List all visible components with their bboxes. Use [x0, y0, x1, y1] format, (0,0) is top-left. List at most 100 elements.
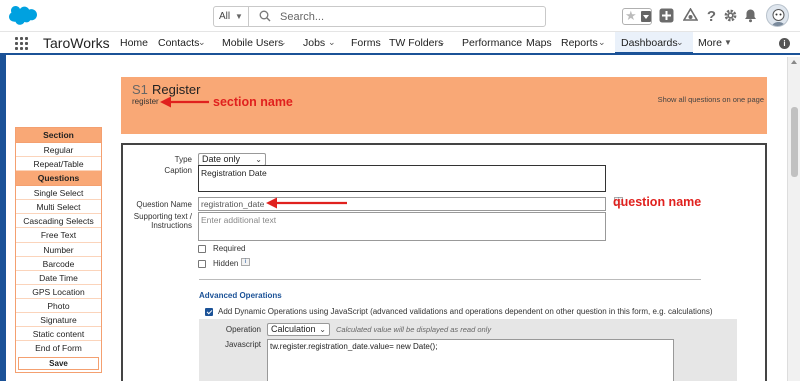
- chevron-down-icon[interactable]: ⌄: [438, 37, 446, 48]
- supporting-text-placeholder: Enter additional text: [201, 215, 277, 225]
- palette-item-signature[interactable]: Signature: [16, 313, 101, 328]
- section-number: S1: [132, 82, 148, 97]
- palette-item-free-text[interactable]: Free Text: [16, 228, 101, 243]
- notifications-icon[interactable]: [743, 8, 758, 23]
- favorite-star-icon[interactable]: ★: [625, 8, 637, 24]
- chevron-down-icon[interactable]: ⌄: [676, 37, 684, 48]
- caret-down-icon[interactable]: ▼: [724, 38, 732, 47]
- question-name-field[interactable]: registration_date: [198, 197, 606, 211]
- javascript-label: Javascript: [224, 340, 261, 349]
- supporting-text-label: Supporting text /: [133, 212, 192, 221]
- tab-dashboards[interactable]: Dashboards: [621, 37, 678, 49]
- tab-more[interactable]: More: [698, 37, 722, 49]
- palette-item-regular[interactable]: Regular: [16, 143, 101, 158]
- chevron-down-icon[interactable]: ⌄: [198, 37, 206, 48]
- search-input[interactable]: Search...: [280, 11, 324, 23]
- search-icon: [259, 10, 271, 22]
- palette-item-multi-select[interactable]: Multi Select: [16, 200, 101, 215]
- question-name-value: registration_date: [201, 199, 265, 209]
- content-frame-border: [0, 55, 6, 381]
- palette-item-gps-location[interactable]: GPS Location: [16, 285, 101, 299]
- scroll-up-arrow-icon[interactable]: [791, 60, 797, 64]
- help-icon[interactable]: ?: [704, 8, 719, 23]
- caption-value: Registration Date: [201, 168, 267, 178]
- annotation-section-name: section name: [213, 95, 293, 109]
- annotation-arrow-icon: [160, 96, 209, 108]
- chevron-down-icon[interactable]: ⌄: [328, 37, 336, 48]
- info-icon[interactable]: i: [241, 258, 250, 266]
- info-icon[interactable]: i: [779, 38, 790, 49]
- palette-item-static-content[interactable]: Static content: [16, 327, 101, 342]
- trailhead-icon[interactable]: [683, 8, 698, 23]
- operation-hint: Calculated value will be displayed as re…: [336, 325, 492, 334]
- favorites-button[interactable]: ★: [622, 8, 652, 25]
- advanced-operations-title: Advanced Operations: [199, 291, 282, 300]
- tab-forms[interactable]: Forms: [351, 37, 381, 49]
- palette-item-end-of-form[interactable]: End of Form: [16, 341, 101, 355]
- required-checkbox[interactable]: [198, 245, 206, 253]
- javascript-editor[interactable]: tw.register.registration_date.value= new…: [267, 339, 674, 381]
- app-name: TaroWorks: [43, 35, 110, 51]
- chevron-down-icon: ⌄: [319, 325, 326, 334]
- palette-item-number[interactable]: Number: [16, 243, 101, 257]
- tab-jobs[interactable]: Jobs: [303, 37, 325, 49]
- javascript-value: tw.register.registration_date.value= new…: [270, 342, 438, 351]
- question-editor: Type Date only ⌄ Caption Registration Da…: [121, 143, 767, 381]
- palette-item-single-select[interactable]: Single Select: [16, 186, 101, 201]
- search-scope-dropdown[interactable]: All ▼: [214, 7, 249, 26]
- svg-text:?: ?: [707, 8, 716, 23]
- dynamic-operations-label: Add Dynamic Operations using JavaScript …: [218, 307, 713, 316]
- palette-item-repeat-table[interactable]: Repeat/Table: [16, 157, 101, 172]
- hidden-label: Hidden: [213, 259, 239, 268]
- vertical-scrollbar[interactable]: [787, 57, 800, 381]
- tab-home[interactable]: Home: [120, 37, 148, 49]
- question-name-label: Question Name: [136, 200, 192, 209]
- tab-reports[interactable]: Reports: [561, 37, 598, 49]
- operation-select[interactable]: Calculation ⌄: [267, 323, 330, 336]
- caption-field[interactable]: Registration Date: [198, 165, 606, 192]
- section-name: register: [132, 97, 159, 106]
- tab-tw-folders[interactable]: TW Folders: [389, 37, 443, 49]
- annotation-arrow-icon: [266, 197, 347, 209]
- type-select-value: Date only: [202, 154, 241, 164]
- user-avatar-icon: [771, 9, 786, 26]
- palette-questions-header: Questions: [16, 171, 101, 187]
- supporting-text-field[interactable]: Enter additional text: [198, 212, 606, 241]
- scrollbar-thumb[interactable]: [791, 107, 798, 177]
- divider: [199, 279, 701, 280]
- search-scope-label: All: [219, 11, 231, 22]
- tab-contacts[interactable]: Contacts: [158, 37, 199, 49]
- tab-mobile-users[interactable]: Mobile Users: [222, 37, 283, 49]
- avatar[interactable]: [766, 4, 789, 27]
- dynamic-operations-checkbox[interactable]: [205, 308, 213, 316]
- chevron-down-icon[interactable]: ⌄: [279, 37, 287, 48]
- operations-panel: Operation Calculation ⌄ Calculated value…: [199, 319, 737, 381]
- favorites-list-button[interactable]: [641, 11, 651, 22]
- global-search[interactable]: All ▼ Search...: [213, 6, 546, 27]
- palette-item-barcode[interactable]: Barcode: [16, 257, 101, 271]
- annotation-question-name: question name: [613, 195, 702, 209]
- instructions-label: Instructions: [151, 221, 192, 230]
- palette-section-header: Section: [16, 128, 101, 143]
- chevron-down-icon: ▼: [235, 12, 243, 21]
- add-icon[interactable]: [659, 8, 674, 23]
- tab-maps[interactable]: Maps: [526, 37, 552, 49]
- chevron-down-icon[interactable]: ⌄: [598, 37, 606, 48]
- app-launcher-icon[interactable]: [15, 37, 28, 50]
- element-palette: Section Regular Repeat/Table Questions S…: [15, 127, 102, 374]
- palette-item-cascading-selects[interactable]: Cascading Selects: [16, 214, 101, 229]
- salesforce-logo[interactable]: [9, 6, 37, 26]
- global-header: All ▼ Search... ★ ?: [0, 0, 800, 32]
- operation-label: Operation: [225, 325, 261, 334]
- type-label: Type: [174, 155, 192, 164]
- show-all-questions-link[interactable]: Show all questions on one page: [658, 95, 764, 104]
- settings-icon[interactable]: [723, 8, 738, 23]
- tab-performance[interactable]: Performance: [462, 37, 522, 49]
- app-navigation-bar: TaroWorks Home Contacts ⌄ Mobile Users ⌄…: [0, 32, 800, 55]
- palette-item-date-time[interactable]: Date Time: [16, 271, 101, 285]
- hidden-checkbox[interactable]: [198, 260, 206, 268]
- palette-item-photo[interactable]: Photo: [16, 299, 101, 314]
- caption-label: Caption: [164, 166, 192, 175]
- save-button[interactable]: Save: [18, 357, 99, 371]
- required-label: Required: [213, 244, 246, 253]
